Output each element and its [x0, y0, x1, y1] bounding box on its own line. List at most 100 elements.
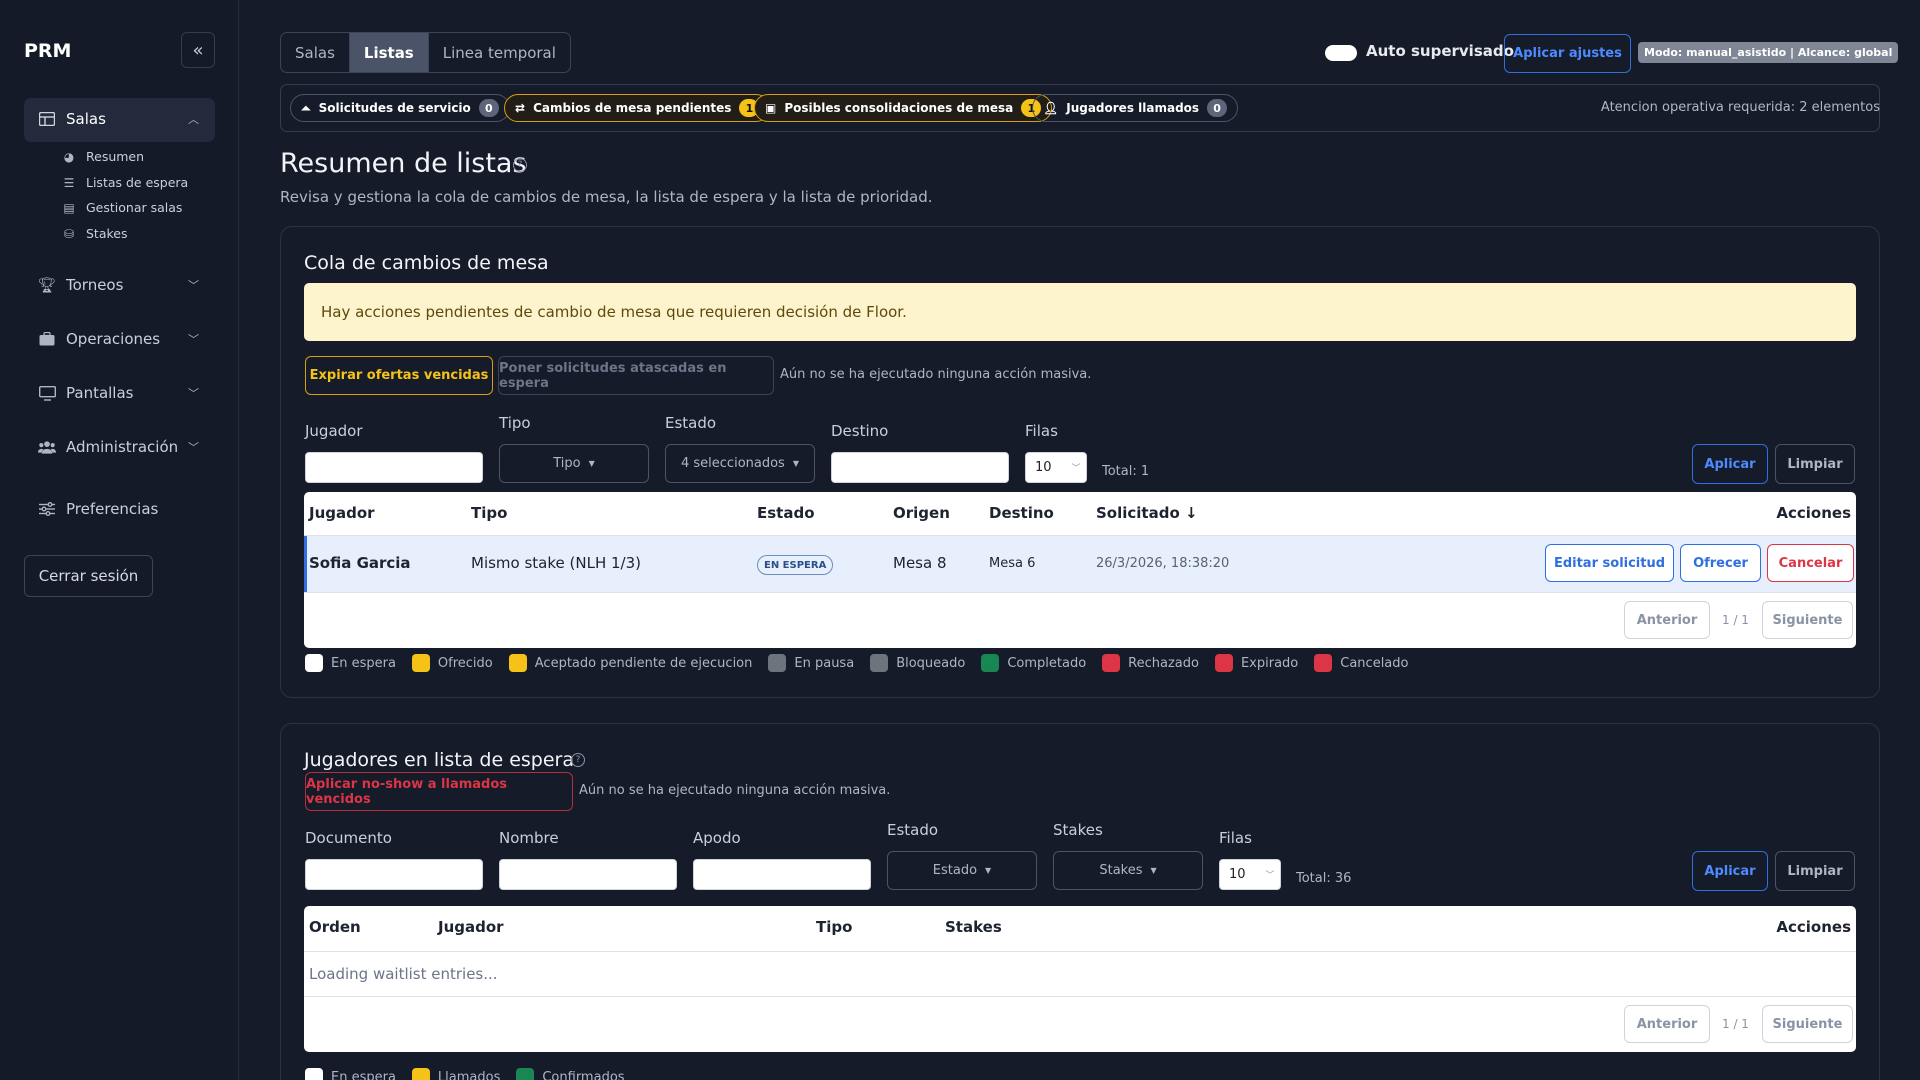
chip-consolidations[interactable]: ▣ Posibles consolidaciones de mesa 1 — [754, 94, 1053, 122]
col-tipo-wl: Tipo — [816, 918, 853, 936]
sidebar-item-administracion[interactable]: Administración ﹀ — [38, 438, 199, 456]
queue-total: Total: 1 — [1102, 464, 1150, 479]
tab-linea-temporal[interactable]: Linea temporal — [429, 33, 570, 72]
row-divider — [304, 996, 1856, 997]
collapse-sidebar-button[interactable]: « — [181, 32, 215, 68]
filter-estado-select[interactable]: 4 seleccionados ▼ — [665, 444, 815, 483]
legend-swatch — [1314, 654, 1333, 672]
caret-down-icon: ▼ — [985, 866, 992, 875]
legend-swatch — [508, 654, 527, 672]
legend-item: En pausa — [768, 654, 854, 672]
waitlist-legend: En espera Llamados Confirmados — [305, 1068, 625, 1080]
queue-prev-button[interactable]: Anterior — [1624, 601, 1710, 639]
waitlist-clear-button[interactable]: Limpiar — [1775, 851, 1855, 891]
col-solicitado-sort[interactable]: Solicitado ↓ — [1096, 504, 1198, 522]
filter-stakes-select[interactable]: Stakes ▼ — [1053, 851, 1203, 890]
chevron-down-icon: ﹀ — [1071, 464, 1081, 474]
page-subtitle: Revisa y gestiona la cola de cambios de … — [280, 188, 933, 206]
chevron-up-icon: ︿ — [188, 113, 199, 126]
chip-service-requests[interactable]: ⏶ Solicitudes de servicio 0 — [290, 94, 510, 122]
waitlist-page-indicator: 1 / 1 — [1722, 1017, 1749, 1031]
sidebar-item-label: Operaciones — [66, 330, 161, 348]
coins-icon: ⛁ — [63, 226, 75, 241]
chevron-down-icon: ﹀ — [188, 279, 199, 292]
chip-called-players[interactable]: 👤︎ Jugadores llamados 0 — [1032, 94, 1239, 122]
sidebar-item-salas[interactable]: Salas ︿ — [38, 110, 199, 128]
help-icon[interactable]: ? — [513, 158, 527, 172]
filter-destino-input[interactable] — [831, 452, 1009, 483]
view-tabs: Salas Listas Linea temporal — [280, 32, 571, 73]
legend-label: Completado — [1007, 655, 1087, 671]
apply-noshow-button[interactable]: Aplicar no-show a llamados vencidos — [305, 772, 573, 811]
sidebar-sub-resumen[interactable]: ◕ Resumen — [62, 149, 144, 164]
edit-request-button[interactable]: Editar solicitud — [1545, 544, 1674, 582]
bell-icon: ⏶ — [301, 100, 311, 115]
tab-salas[interactable]: Salas — [281, 33, 350, 72]
sidebar-item-torneos[interactable]: 🏆︎ Torneos ﹀ — [37, 276, 199, 294]
queue-next-button[interactable]: Siguiente — [1762, 601, 1853, 639]
page-title: Resumen de listas — [280, 148, 527, 179]
sliders-icon — [38, 500, 56, 518]
filter-tipo-select[interactable]: Tipo ▼ — [499, 444, 649, 483]
chip-label: Solicitudes de servicio — [318, 101, 471, 115]
filter-nombre-input[interactable] — [499, 859, 677, 890]
sidebar-item-pantallas[interactable]: Pantallas ﹀ — [38, 384, 199, 402]
chevron-down-icon: ﹀ — [188, 441, 199, 454]
sidebar-sub-stakes[interactable]: ⛁ Stakes — [62, 226, 128, 241]
filter-label-apodo: Apodo — [693, 829, 741, 847]
caret-down-icon: ▼ — [792, 459, 799, 468]
waitlist-help-icon[interactable]: ? — [571, 753, 585, 767]
waitlist-apply-button[interactable]: Aplicar — [1692, 851, 1768, 891]
legend-item: En espera — [305, 1068, 396, 1080]
image-icon: ▣ — [765, 101, 777, 115]
chip-label: Posibles consolidaciones de mesa — [784, 101, 1014, 115]
tab-listas[interactable]: Listas — [349, 33, 429, 72]
queue-notice: Hay acciones pendientes de cambio de mes… — [304, 283, 1856, 341]
sidebar-sub-listas-espera[interactable]: ☰ Listas de espera — [62, 175, 189, 190]
expire-offers-button[interactable]: Expirar ofertas vencidas — [305, 356, 493, 395]
sidebar-sub-label: Listas de espera — [86, 175, 189, 190]
sidebar: PRM « Salas ︿ ◕ Resumen ☰ Listas de espera… — [0, 0, 239, 1080]
sidebar-sub-gestionar-salas[interactable]: ▤ Gestionar salas — [62, 200, 182, 215]
sidebar-item-preferencias[interactable]: Preferencias — [38, 500, 158, 518]
apply-settings-button[interactable]: Aplicar ajustes — [1504, 34, 1631, 73]
filter-estado-wl-select[interactable]: Estado ▼ — [887, 851, 1037, 890]
sidebar-item-operaciones[interactable]: Operaciones ﹀ — [38, 330, 199, 348]
queue-page-indicator: 1 / 1 — [1722, 613, 1749, 627]
filter-label-stakes: Stakes — [1053, 821, 1103, 839]
trophy-icon: 🏆︎ — [37, 276, 57, 294]
filter-filas-wl-select[interactable]: 10 ﹀ — [1219, 859, 1281, 890]
status-badge: EN ESPERA — [757, 555, 834, 575]
legend-item: En espera — [305, 654, 396, 672]
queue-legend: En espera Ofrecido Aceptado pendiente de e… — [305, 654, 1408, 672]
select-value: Stakes — [1099, 863, 1143, 878]
hold-stuck-requests-button[interactable]: Poner solicitudes atascadas en espera — [498, 356, 774, 395]
offer-button[interactable]: Ofrecer — [1680, 544, 1761, 582]
table-row[interactable]: Sofia Garcia Mismo stake (NLH 1/3) EN ES… — [304, 536, 1856, 592]
col-jugador-wl: Jugador — [438, 918, 504, 936]
brand-title: PRM — [24, 40, 72, 62]
user-icon: 👤︎ — [1043, 101, 1059, 115]
filter-label-filas-wl: Filas — [1219, 829, 1252, 847]
col-tipo: Tipo — [471, 504, 508, 522]
cancel-request-button[interactable]: Cancelar — [1767, 544, 1854, 582]
legend-label: En pausa — [794, 655, 855, 671]
clipboard-icon: ▤ — [63, 200, 75, 215]
cell-origen: Mesa 8 — [893, 554, 947, 572]
logout-button[interactable]: Cerrar sesión — [24, 555, 153, 597]
waitlist-prev-button[interactable]: Anterior — [1624, 1005, 1710, 1043]
users-icon — [38, 438, 56, 456]
chip-table-changes[interactable]: ⇄ Cambios de mesa pendientes 1 — [504, 94, 771, 122]
filter-jugador-input[interactable] — [305, 452, 483, 483]
briefcase-icon — [38, 330, 56, 348]
legend-swatch — [305, 1068, 323, 1080]
queue-apply-button[interactable]: Aplicar — [1692, 444, 1768, 484]
filter-apodo-input[interactable] — [693, 859, 871, 890]
filter-filas-select[interactable]: 10 ﹀ — [1025, 452, 1087, 483]
auto-supervised-toggle[interactable] — [1325, 45, 1357, 61]
filter-documento-input[interactable] — [305, 859, 483, 890]
legend-item: Bloqueado — [870, 654, 965, 672]
legend-label: Bloqueado — [896, 655, 966, 671]
waitlist-next-button[interactable]: Siguiente — [1762, 1005, 1853, 1043]
queue-clear-button[interactable]: Limpiar — [1775, 444, 1855, 484]
